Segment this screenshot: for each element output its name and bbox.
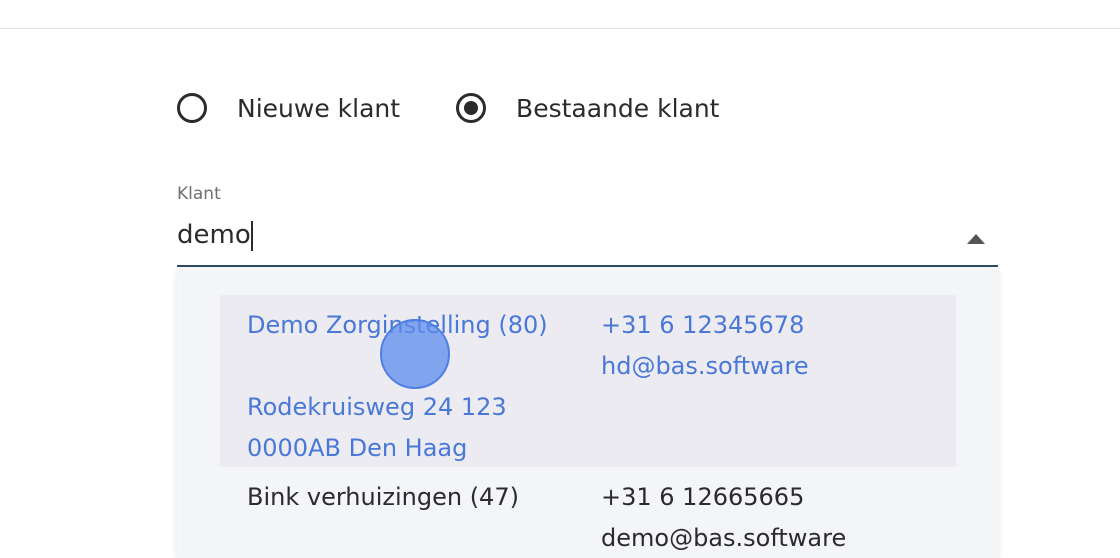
option-phone: +31 6 12345678: [601, 311, 805, 339]
option-address-line2: 0000AB Den Haag: [247, 434, 468, 462]
customer-type-radio-group: Nieuwe klant Bestaande klant: [177, 88, 775, 128]
option-email: hd@bas.software: [601, 352, 809, 380]
option-spacer: [247, 346, 548, 387]
option-phone: +31 6 12665665: [601, 483, 805, 511]
radio-unchecked-icon[interactable]: [177, 93, 207, 123]
radio-existing-customer[interactable]: Bestaande klant: [456, 93, 719, 123]
radio-checked-icon[interactable]: [456, 93, 487, 123]
option-right-column: +31 6 12345678 hd@bas.software: [601, 305, 809, 387]
customer-search-input[interactable]: demo: [177, 220, 957, 251]
autocomplete-option[interactable]: Demo Zorginstelling (80) Rodekruisweg 24…: [220, 295, 956, 467]
option-right-column: +31 6 12665665 demo@bas.software: [601, 477, 846, 558]
option-name: Bink verhuizingen (47): [247, 483, 519, 511]
top-divider: [0, 28, 1120, 29]
autocomplete-option[interactable]: Bink verhuizingen (47) +31 6 12665665 de…: [220, 467, 956, 558]
customer-field-underline: [177, 265, 998, 267]
radio-new-customer-label: Nieuwe klant: [237, 93, 401, 123]
radio-new-customer[interactable]: Nieuwe klant: [177, 93, 400, 123]
option-email: demo@bas.software: [601, 524, 847, 552]
radio-existing-customer-label: Bestaande klant: [516, 93, 720, 123]
dropdown-arrow-up-icon[interactable]: [967, 234, 985, 244]
option-address-line1: Rodekruisweg 24 123: [247, 393, 507, 421]
option-left-column: Bink verhuizingen (47): [247, 477, 519, 518]
option-left-column: Demo Zorginstelling (80) Rodekruisweg 24…: [247, 305, 548, 469]
text-caret: [250, 220, 253, 251]
customer-search-value: demo: [177, 220, 251, 250]
customer-field-label: Klant: [177, 184, 221, 204]
autocomplete-dropdown: Demo Zorginstelling (80) Rodekruisweg 24…: [177, 268, 998, 558]
option-name: Demo Zorginstelling (80): [247, 311, 548, 339]
